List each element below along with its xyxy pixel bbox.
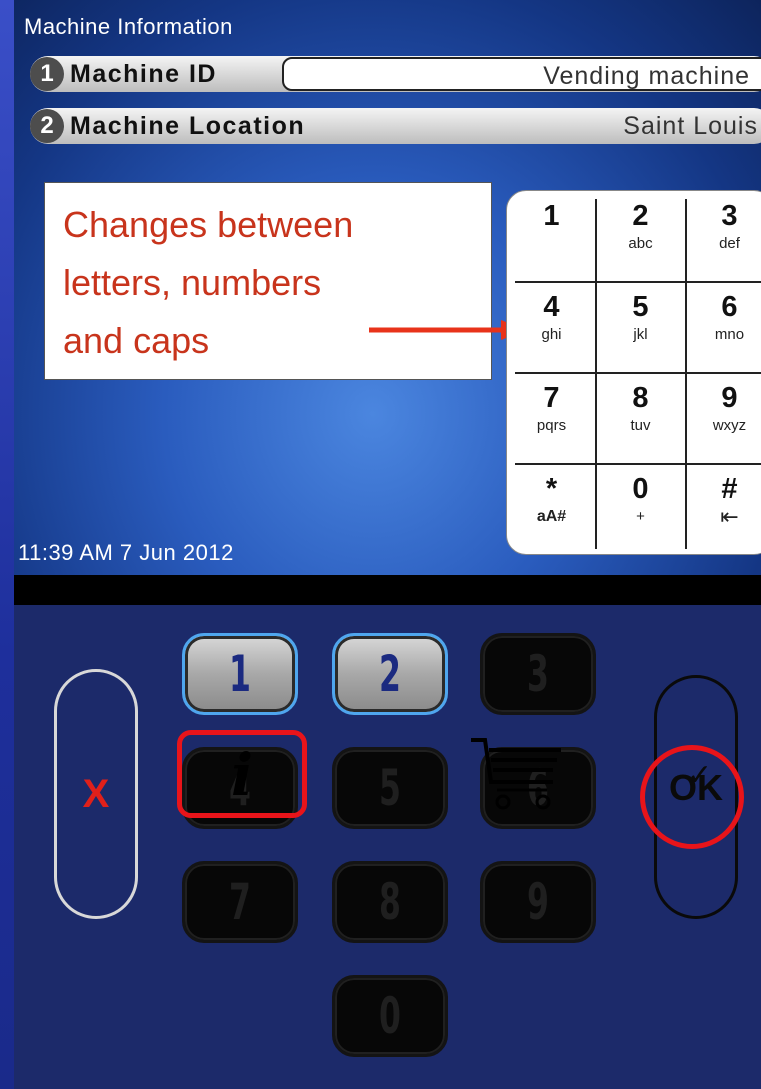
cart-icon[interactable] bbox=[467, 732, 567, 812]
key-number: 5 bbox=[632, 291, 649, 323]
hardware-keypad-panel: X 1 2 3 4 5 6 7 8 9 i 0 ✓ OK bbox=[14, 605, 761, 1089]
cancel-button[interactable]: X bbox=[54, 669, 138, 919]
key-letters: wxyz bbox=[712, 417, 747, 434]
hw-key-label: 0 bbox=[379, 987, 401, 1045]
screen-title: Machine Information bbox=[24, 14, 233, 39]
device-screen: Machine Information 1 Machine ID Vending… bbox=[14, 0, 761, 575]
key-letters: tuv bbox=[630, 417, 651, 434]
keypad-key-0[interactable]: 0 + bbox=[596, 464, 685, 555]
key-number: 3 bbox=[721, 200, 738, 232]
ok-highlight-circle bbox=[640, 745, 744, 849]
on-screen-keypad: 1 2 abc 3 def 4 ghi 5 jkl 6 mno 7 pqrs 8 bbox=[506, 190, 761, 555]
key-letters: aA# bbox=[536, 508, 567, 525]
keypad-key-8[interactable]: 8 tuv bbox=[596, 373, 685, 464]
key-letters: mno bbox=[714, 326, 745, 343]
key-number: 0 bbox=[632, 473, 649, 505]
machine-location-row[interactable]: 2 Machine Location Saint Louis bbox=[30, 108, 761, 144]
key-number: # bbox=[721, 473, 738, 505]
machine-location-value: Saint Louis bbox=[623, 112, 758, 140]
screen-bezel bbox=[14, 575, 761, 605]
hw-key-label: 2 bbox=[379, 645, 401, 703]
key-letters: + bbox=[636, 508, 645, 525]
key-number: 6 bbox=[721, 291, 738, 323]
backspace-icon: ⇤ bbox=[720, 504, 739, 529]
key-letters: pqrs bbox=[536, 417, 567, 434]
callout-line: Changes between bbox=[63, 204, 354, 245]
hw-key-1[interactable]: 1 bbox=[182, 633, 298, 715]
key-number: 4 bbox=[543, 291, 560, 323]
key-number: * bbox=[545, 473, 558, 505]
machine-id-input[interactable]: Vending machine bbox=[282, 57, 761, 91]
callout-line: and caps bbox=[63, 320, 210, 361]
hw-key-0[interactable]: 0 bbox=[332, 975, 448, 1057]
key-letters: ghi bbox=[541, 326, 562, 343]
hw-key-3[interactable]: 3 bbox=[480, 633, 596, 715]
keypad-key-6[interactable]: 6 mno bbox=[685, 282, 761, 373]
machine-id-label: Machine ID bbox=[70, 60, 217, 88]
info-highlight-box bbox=[177, 730, 307, 818]
hw-key-label: 7 bbox=[229, 873, 251, 931]
hw-key-label: 9 bbox=[527, 873, 549, 931]
keypad-key-9[interactable]: 9 wxyz bbox=[685, 373, 761, 464]
key-number: 1 bbox=[543, 200, 560, 232]
key-number: 2 bbox=[632, 200, 649, 232]
machine-id-value: Vending machine bbox=[543, 62, 750, 90]
machine-id-row[interactable]: 1 Machine ID Vending machine bbox=[30, 56, 761, 92]
keypad-key-4[interactable]: 4 ghi bbox=[507, 282, 596, 373]
callout-line: letters, numbers bbox=[63, 262, 322, 303]
machine-location-label: Machine Location bbox=[70, 112, 306, 140]
field-number-badge: 1 bbox=[30, 57, 64, 91]
hw-key-label: 3 bbox=[527, 645, 549, 703]
cancel-icon: X bbox=[82, 772, 110, 816]
keypad-key-3[interactable]: 3 def bbox=[685, 191, 761, 282]
field-number-badge: 2 bbox=[30, 109, 64, 143]
keypad-key-hash-backspace[interactable]: # ⇤ bbox=[685, 464, 761, 555]
keypad-key-1[interactable]: 1 bbox=[507, 191, 596, 282]
hw-key-label: 5 bbox=[379, 759, 401, 817]
key-letters: abc bbox=[628, 235, 653, 252]
keypad-key-7[interactable]: 7 pqrs bbox=[507, 373, 596, 464]
key-number: 8 bbox=[632, 382, 649, 414]
hw-key-label: 8 bbox=[379, 873, 401, 931]
hw-key-2[interactable]: 2 bbox=[332, 633, 448, 715]
key-letters: jkl bbox=[633, 326, 648, 343]
key-letters: def bbox=[719, 235, 740, 252]
key-number: 7 bbox=[543, 382, 560, 414]
hw-key-7[interactable]: 7 bbox=[182, 861, 298, 943]
arrow-icon bbox=[369, 320, 527, 340]
slide-frame-left bbox=[0, 0, 14, 1089]
hw-key-9[interactable]: 9 bbox=[480, 861, 596, 943]
key-number: 9 bbox=[721, 382, 738, 414]
hw-key-5[interactable]: 5 bbox=[332, 747, 448, 829]
hw-key-label: 1 bbox=[229, 645, 251, 703]
annotation-callout: Changes between letters, numbers and cap… bbox=[44, 182, 492, 380]
keypad-key-star-mode[interactable]: * aA# bbox=[507, 464, 596, 555]
keypad-key-2[interactable]: 2 abc bbox=[596, 191, 685, 282]
hw-key-8[interactable]: 8 bbox=[332, 861, 448, 943]
datetime-readout: 11:39 AM 7 Jun 2012 bbox=[18, 540, 234, 565]
keypad-key-5[interactable]: 5 jkl bbox=[596, 282, 685, 373]
